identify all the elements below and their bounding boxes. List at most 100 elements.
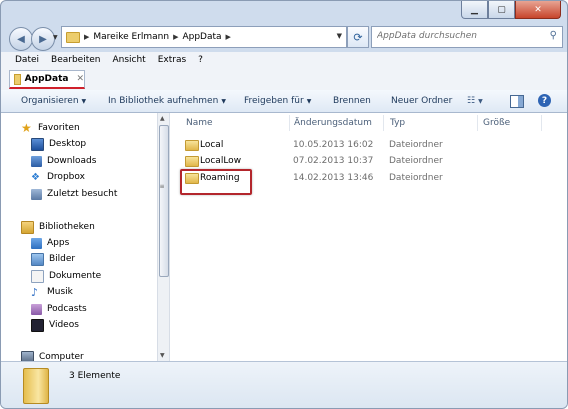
nav-label: Dropbox (47, 172, 85, 182)
nav-favorites[interactable]: ★ Favoriten (21, 120, 80, 136)
scroll-down-icon[interactable]: ▼ (160, 352, 165, 359)
documents-icon (31, 269, 44, 283)
nav-computer[interactable]: Computer (21, 349, 84, 361)
share-button[interactable]: Freigeben für ▼ (244, 96, 311, 106)
column-date[interactable]: Änderungsdatum (294, 118, 372, 128)
minimize-button[interactable]: ▁ (461, 1, 488, 19)
file-row-locallow[interactable]: LocalLow 07.02.2013 10:37 Dateiordner (181, 153, 561, 169)
details-pane: 3 Elemente (1, 361, 567, 408)
nav-videos[interactable]: Videos (31, 317, 79, 333)
nav-podcasts[interactable]: Podcasts (31, 301, 87, 317)
column-divider[interactable] (289, 115, 290, 131)
file-date: 10.05.2013 16:02 (293, 140, 374, 150)
include-library-button[interactable]: In Bibliothek aufnehmen ▼ (108, 96, 226, 106)
breadcrumb-chevron-icon[interactable]: ▶ (173, 33, 178, 41)
file-name: LocalLow (200, 156, 242, 166)
column-divider[interactable] (541, 115, 542, 131)
address-bar[interactable]: ▶ Mareike Erlmann ▶ AppData ▶ ▼ (61, 26, 347, 48)
star-icon: ★ (21, 120, 32, 135)
search-icon[interactable]: ⚲ (550, 30, 557, 41)
roaming-highlight-box (180, 169, 252, 195)
change-view-button[interactable]: ☷ ▼ (467, 96, 483, 106)
menu-bar: Datei Bearbeiten Ansicht Extras ? (1, 52, 567, 68)
menu-tools[interactable]: Extras (158, 55, 186, 65)
nav-desktop[interactable]: Desktop (31, 136, 86, 152)
nav-label: Musik (47, 287, 73, 297)
scroll-up-icon[interactable]: ▲ (160, 115, 165, 122)
menu-help[interactable]: ? (198, 55, 203, 65)
forward-button[interactable]: ▶ (31, 27, 55, 51)
back-button[interactable]: ◀ (9, 27, 33, 51)
nav-dropbox[interactable]: ❖ Dropbox (31, 169, 85, 185)
downloads-icon (31, 155, 42, 167)
address-dropdown-icon[interactable]: ▼ (337, 32, 342, 40)
breadcrumb-appdata[interactable]: AppData (182, 32, 221, 42)
refresh-button[interactable]: ⟳ (347, 26, 369, 48)
column-divider[interactable] (477, 115, 478, 131)
videos-icon (31, 318, 44, 332)
new-folder-button[interactable]: Neuer Ordner (391, 96, 452, 106)
nav-label: Desktop (49, 139, 87, 149)
file-type: Dateiordner (389, 173, 443, 183)
nav-label: Dokumente (49, 271, 102, 281)
menu-edit[interactable]: Bearbeiten (51, 55, 100, 65)
nav-label: Bibliotheken (39, 222, 95, 232)
file-date: 14.02.2013 13:46 (293, 173, 374, 183)
nav-music[interactable]: ♪ Musik (31, 284, 73, 300)
column-size[interactable]: Größe (483, 118, 510, 128)
back-arrow-icon: ◀ (17, 33, 25, 45)
nav-label: Favoriten (38, 123, 80, 133)
music-icon: ♪ (31, 285, 39, 299)
column-divider[interactable] (383, 115, 384, 131)
nav-pictures[interactable]: Bilder (31, 251, 75, 267)
menu-view[interactable]: Ansicht (112, 55, 145, 65)
explorer-window: ▁ ▢ ✕ ◀ ▶ ▼ ▶ Mareike Erlmann ▶ AppData … (0, 0, 568, 409)
breadcrumb-chevron-icon[interactable]: ▶ (226, 33, 231, 41)
tab-close-icon[interactable]: ✕ (76, 74, 84, 84)
nav-label: Videos (49, 320, 79, 330)
history-dropdown-icon[interactable]: ▼ (53, 34, 58, 41)
column-name[interactable]: Name (186, 118, 213, 128)
nav-label: Podcasts (47, 304, 87, 314)
nav-apps[interactable]: Apps (31, 235, 69, 251)
help-icon[interactable]: ? (538, 94, 551, 107)
view-icon: ☷ (467, 96, 476, 106)
scrollbar-grip-icon: ≡ (159, 183, 165, 190)
caption-buttons: ▁ ▢ ✕ (461, 1, 561, 19)
folder-icon (185, 155, 199, 167)
folder-icon (66, 31, 80, 43)
close-button[interactable]: ✕ (515, 1, 561, 19)
breadcrumb-chevron-icon[interactable]: ▶ (84, 33, 89, 41)
command-bar: Organisieren ▼ In Bibliothek aufnehmen ▼ F… (1, 90, 567, 113)
search-input[interactable] (372, 27, 542, 45)
preview-pane-icon[interactable] (510, 95, 524, 108)
scrollbar-thumb[interactable] (159, 125, 169, 277)
dropdown-arrow-icon: ▼ (221, 98, 226, 105)
column-type[interactable]: Typ (390, 118, 405, 128)
file-date: 07.02.2013 10:37 (293, 156, 374, 166)
organize-button[interactable]: Organisieren ▼ (21, 96, 86, 106)
nav-label: Bilder (49, 254, 76, 264)
forward-arrow-icon: ▶ (39, 33, 47, 45)
nav-downloads[interactable]: Downloads (31, 153, 96, 169)
menu-file[interactable]: Datei (15, 55, 39, 65)
file-name: Local (200, 140, 224, 150)
file-row-local[interactable]: Local 10.05.2013 16:02 Dateiordner (181, 137, 561, 153)
burn-button[interactable]: Brennen (333, 96, 371, 106)
tab-appdata[interactable]: AppData ✕ (9, 70, 85, 89)
file-list: Name Änderungsdatum Typ Größe Local 10.0… (169, 113, 567, 361)
nav-documents[interactable]: Dokumente (31, 268, 101, 284)
share-label: Freigeben für (244, 96, 304, 106)
maximize-button[interactable]: ▢ (488, 1, 515, 19)
pane-divider[interactable] (169, 113, 170, 361)
desktop-icon (31, 137, 44, 151)
nav-recent[interactable]: Zuletzt besucht (31, 186, 117, 202)
nav-scrollbar[interactable]: ▲ ≡ ▼ (157, 113, 169, 361)
navigation-pane: ★ Favoriten Desktop Downloads ❖ Dropbox Zu… (1, 113, 157, 361)
nav-libraries[interactable]: Bibliotheken (21, 219, 95, 235)
search-box[interactable]: ⚲ (371, 26, 563, 48)
include-library-label: In Bibliothek aufnehmen (108, 96, 219, 106)
file-type: Dateiordner (389, 156, 443, 166)
organize-label: Organisieren (21, 96, 79, 106)
breadcrumb-user[interactable]: Mareike Erlmann (93, 32, 169, 42)
